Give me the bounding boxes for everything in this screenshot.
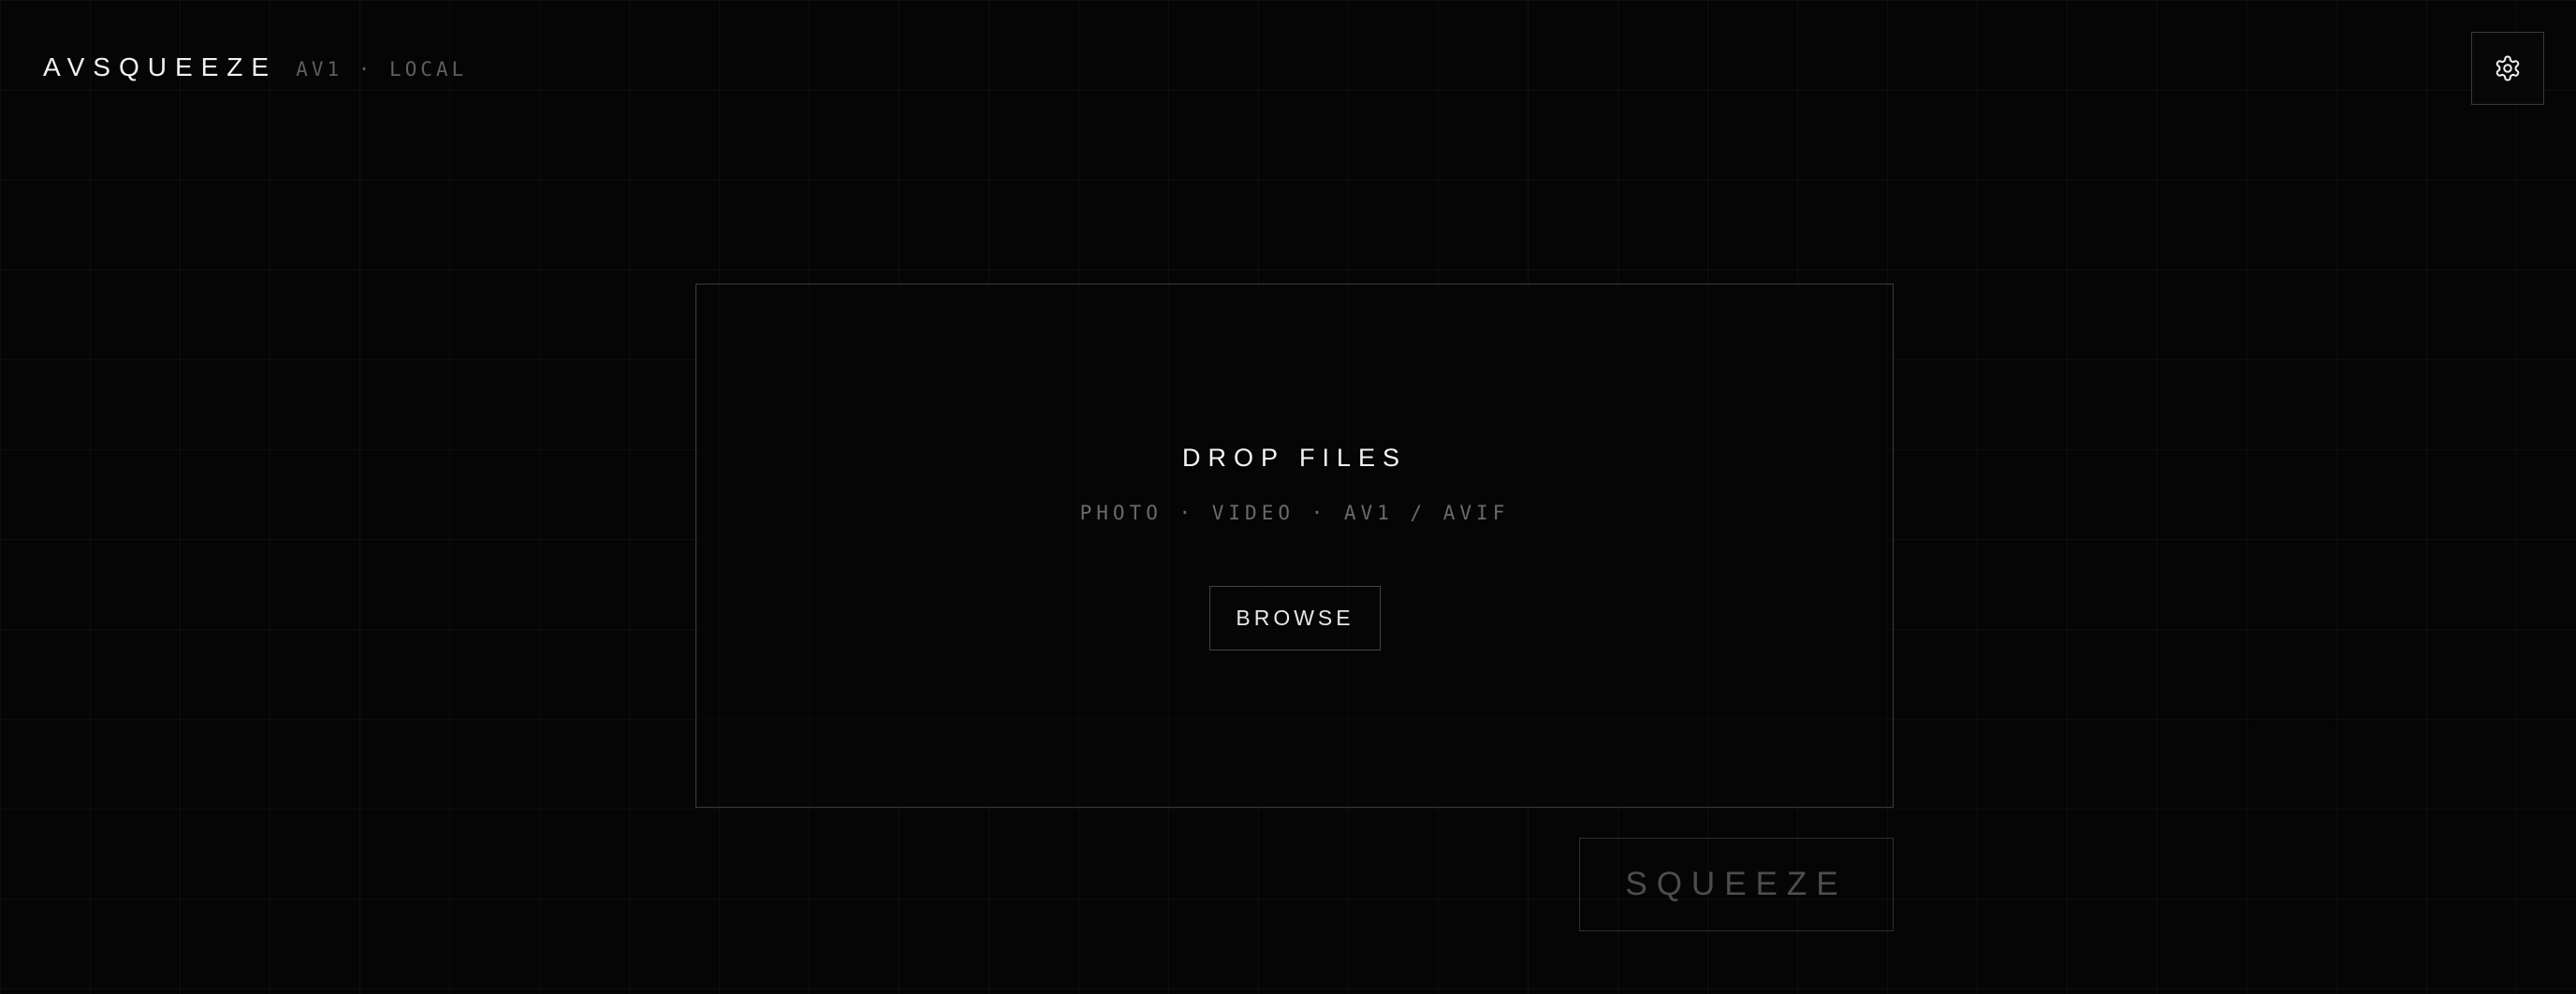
app-tagline: AV1 · LOCAL (296, 58, 468, 80)
app-brand: AVSQUEEZE AV1 · LOCAL (43, 52, 467, 82)
gear-icon (2496, 55, 2520, 81)
settings-button[interactable] (2471, 32, 2544, 105)
app-title: AVSQUEEZE (43, 52, 278, 81)
dropzone-formats: PHOTO · VIDEO · AV1 / AVIF (1079, 502, 1510, 524)
squeeze-button[interactable]: SQUEEZE (1579, 838, 1894, 931)
dropzone-title: DROP FILES (1181, 444, 1408, 472)
browse-button[interactable]: BROWSE (1209, 586, 1381, 650)
file-dropzone[interactable]: DROP FILES PHOTO · VIDEO · AV1 / AVIF BR… (695, 284, 1894, 808)
